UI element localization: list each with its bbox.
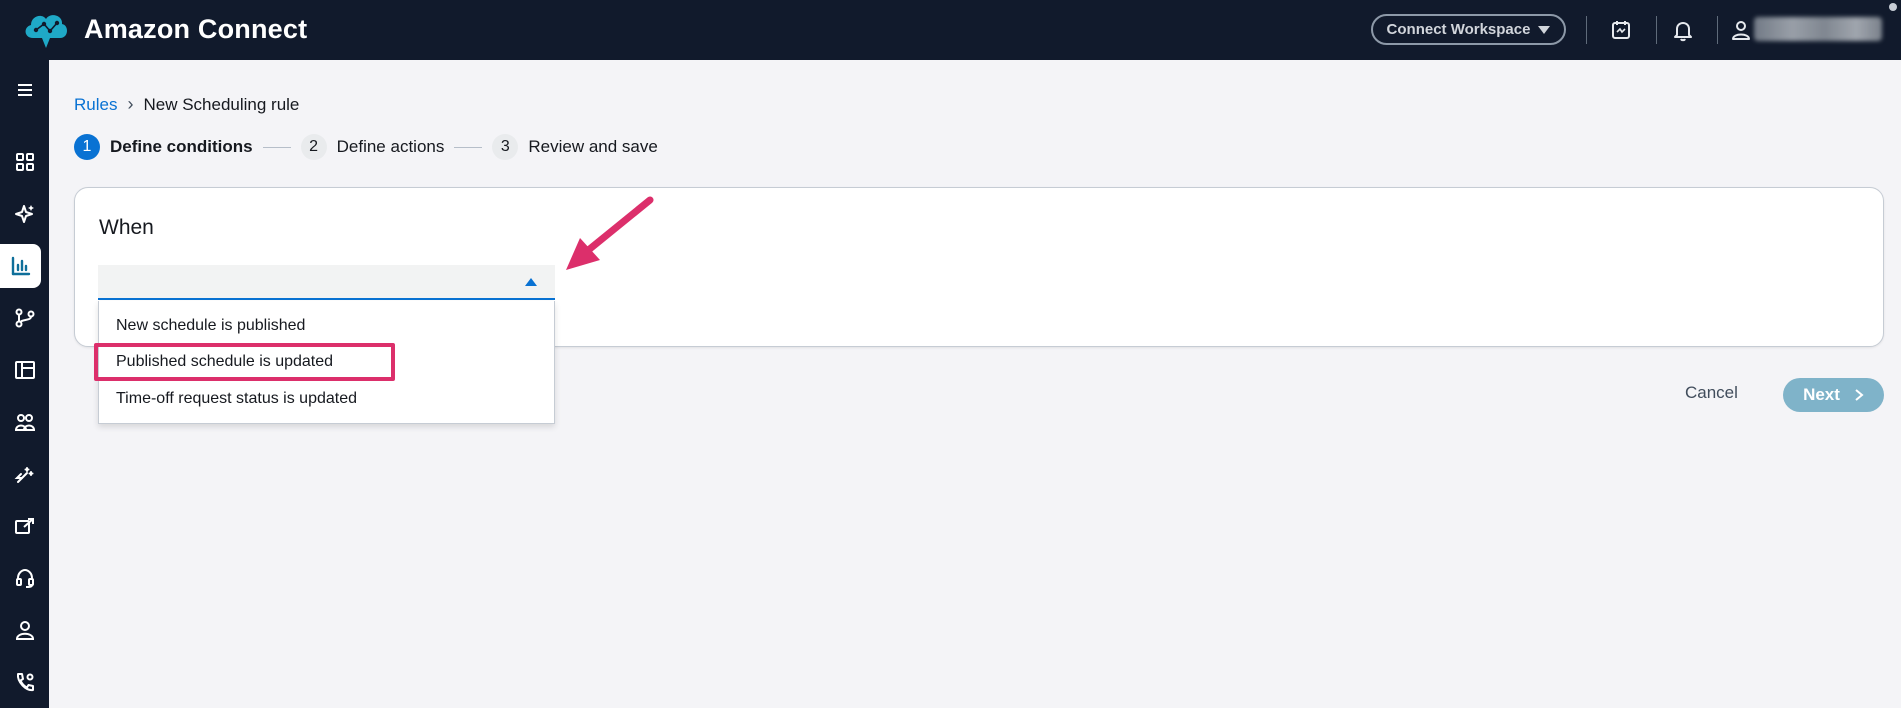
step-3-number: 3 (492, 134, 519, 160)
wand-icon[interactable] (0, 452, 49, 496)
analytics-chart-icon[interactable] (0, 244, 41, 288)
dashboard-grid-icon[interactable] (0, 140, 49, 184)
divider (1717, 16, 1718, 44)
wizard-steps: 1 Define conditions 2 Define actions 3 R… (74, 134, 658, 160)
chevron-right-icon: › (127, 94, 134, 114)
dropdown-option[interactable]: Time-off request status is updated (116, 390, 357, 408)
breadcrumb-rules-link[interactable]: Rules (74, 95, 117, 115)
export-icon[interactable] (0, 504, 49, 548)
notification-dot (1889, 3, 1897, 11)
highlight-box-annotation (94, 343, 395, 381)
caret-down-icon (1538, 25, 1551, 34)
table-layout-icon[interactable] (0, 348, 49, 392)
divider (1586, 16, 1587, 44)
dropdown-option[interactable]: New schedule is published (116, 317, 305, 335)
step-2-label[interactable]: Define actions (337, 137, 445, 157)
menu-icon[interactable] (0, 68, 49, 112)
bell-icon[interactable] (1671, 18, 1695, 42)
card-title: When (99, 216, 154, 239)
sparkle-ai-icon[interactable] (0, 192, 49, 236)
routing-branch-icon[interactable] (0, 296, 49, 340)
annotation-arrow-icon (566, 196, 654, 270)
user-name-redacted[interactable] (1754, 17, 1882, 41)
trigger-select[interactable] (98, 265, 555, 300)
next-button-label: Next (1803, 385, 1840, 404)
caret-up-icon (525, 278, 537, 286)
top-bar: Amazon Connect Connect Workspace (0, 0, 1901, 60)
chevron-right-icon (1855, 389, 1864, 401)
step-1-number: 1 (74, 134, 100, 160)
step-2-number: 2 (300, 134, 327, 160)
next-button[interactable]: Next (1783, 378, 1884, 412)
divider (1656, 16, 1657, 44)
person-icon[interactable] (0, 608, 49, 652)
calendar-icon[interactable] (1609, 18, 1633, 42)
connect-workspace-button[interactable]: Connect Workspace (1371, 14, 1566, 45)
app-title[interactable]: Amazon Connect (84, 14, 307, 45)
step-connector (262, 146, 291, 148)
phone-settings-icon[interactable] (0, 660, 49, 704)
connect-workspace-label: Connect Workspace (1386, 21, 1531, 38)
cancel-button[interactable]: Cancel (1685, 383, 1738, 403)
step-3-label[interactable]: Review and save (528, 137, 657, 157)
amazon-connect-logo-icon[interactable] (20, 8, 70, 52)
step-1-label[interactable]: Define conditions (110, 137, 253, 157)
side-navigation (0, 60, 49, 708)
breadcrumb: Rules › New Scheduling rule (74, 94, 299, 115)
headset-icon[interactable] (0, 556, 49, 600)
user-icon[interactable] (1729, 18, 1753, 42)
breadcrumb-current: New Scheduling rule (143, 94, 300, 114)
step-connector (454, 146, 483, 148)
users-group-icon[interactable] (0, 400, 49, 444)
